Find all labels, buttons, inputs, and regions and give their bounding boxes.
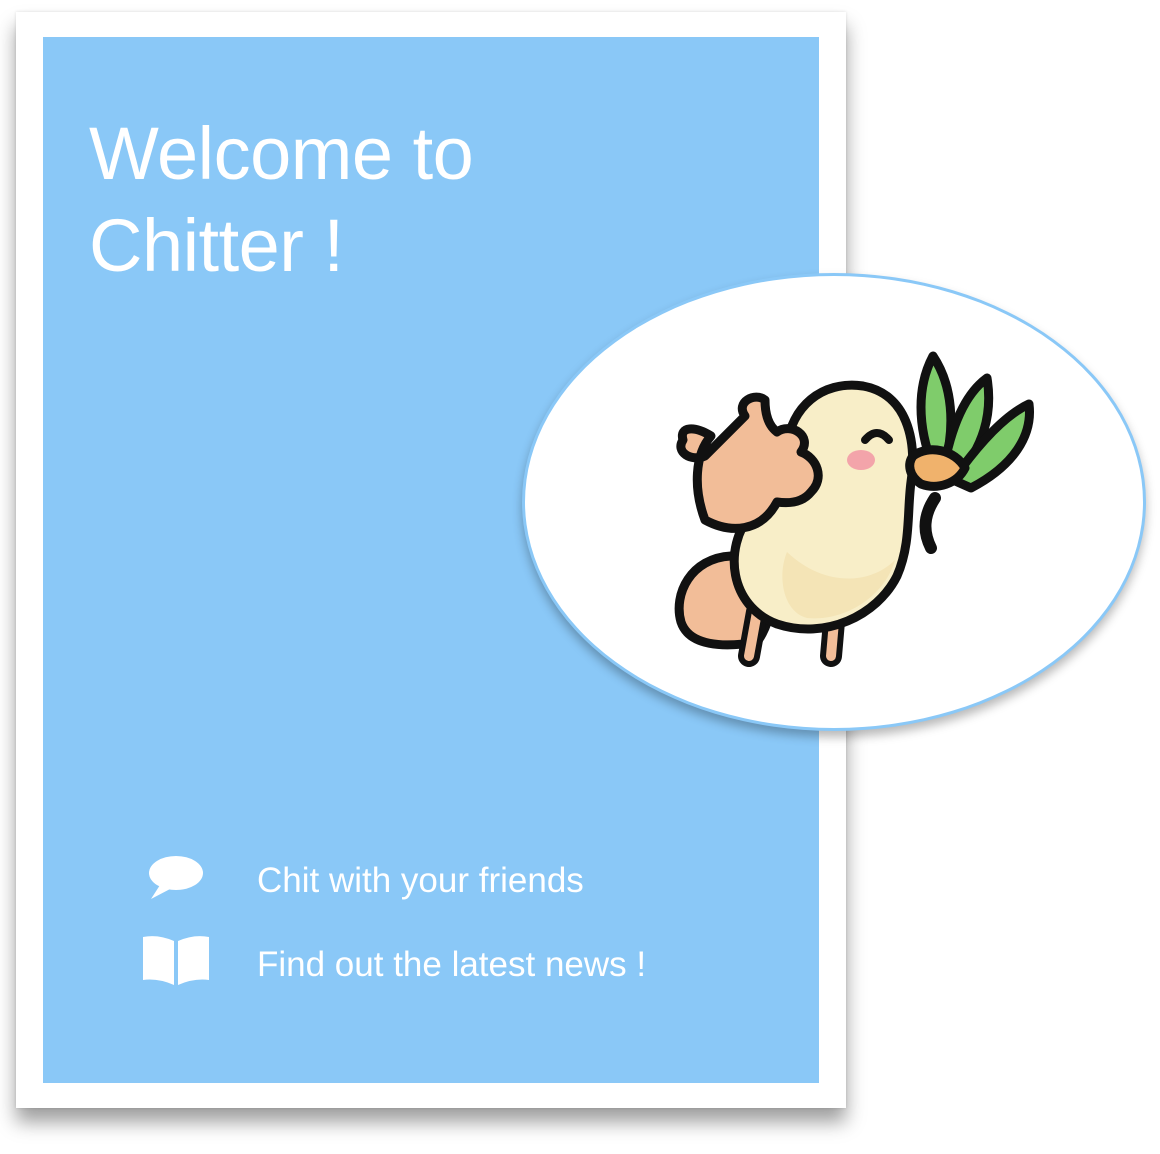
welcome-title-line1: Welcome to <box>89 112 474 195</box>
speech-bubble-icon <box>140 849 212 905</box>
feature-news-label: Find out the latest news ! <box>257 945 647 984</box>
feature-chat-label: Chit with your friends <box>257 861 584 900</box>
bird-with-leaves-icon <box>674 351 1034 667</box>
feature-news: Find out the latest news ! <box>0 933 760 989</box>
logo-ellipse <box>522 273 1146 731</box>
welcome-title: Welcome to Chitter ! <box>89 108 474 292</box>
open-book-icon <box>140 933 212 989</box>
feature-chat: Chit with your friends <box>0 849 760 905</box>
welcome-title-line2: Chitter ! <box>89 204 344 287</box>
